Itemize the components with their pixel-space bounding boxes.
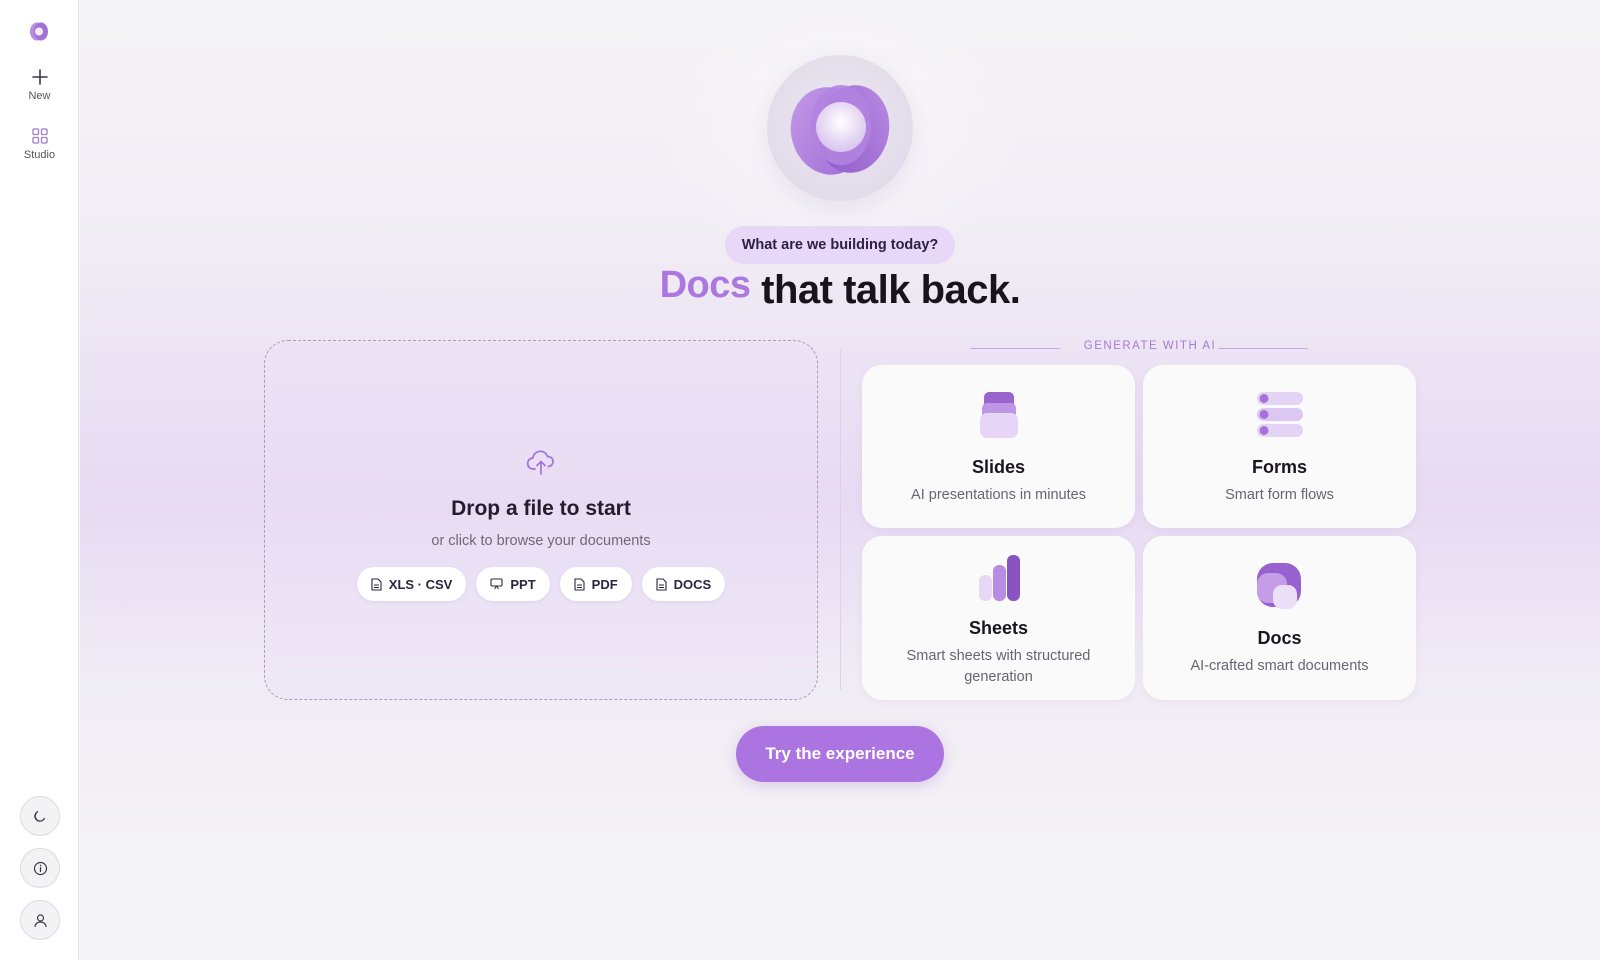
sidebar: New Studio: [0, 0, 79, 960]
card-description: Smart sheets with structured generation: [906, 648, 1091, 685]
chip-ppt[interactable]: PPT: [476, 567, 550, 601]
forms-icon: [1257, 392, 1303, 437]
info-icon: [33, 861, 47, 875]
sidebar-item-label: Studio: [23, 149, 56, 161]
card-title: Forms: [1251, 457, 1307, 477]
hero-orb: [767, 55, 913, 201]
chip-label: PPT: [510, 576, 536, 592]
prompt-pill: What are we building today?: [725, 226, 955, 264]
page-title: Docs that talk back.: [80, 264, 1600, 313]
sheets-icon: [979, 555, 1020, 601]
card-sheets[interactable]: Sheets Smart sheets with structured gene…: [862, 536, 1135, 700]
card-title: Slides: [971, 457, 1026, 477]
app-logo-icon[interactable]: [28, 20, 50, 42]
card-title: Docs: [1257, 628, 1302, 648]
plus-icon: [31, 69, 48, 85]
card-title: Sheets: [968, 618, 1029, 638]
section-divider: [840, 350, 841, 690]
chip-label: DOCS: [673, 576, 712, 592]
try-experience-button[interactable]: Try the experience: [736, 726, 944, 782]
chip-docs[interactable]: DOCS: [641, 567, 726, 601]
sidebar-item-label: New: [28, 90, 51, 102]
chip-xls-csv[interactable]: XLS · CSV: [356, 567, 467, 601]
card-description: Smart form flows: [1225, 487, 1334, 503]
file-icon: [371, 577, 382, 591]
presentation-icon: [490, 578, 503, 590]
sidebar-item-new[interactable]: New: [0, 68, 79, 102]
info-button[interactable]: [20, 848, 60, 888]
cloud-upload-icon: [526, 450, 554, 475]
dropzone-title: Drop a file to start: [451, 497, 631, 520]
card-description: AI presentations in minutes: [911, 487, 1086, 503]
profile-button[interactable]: [20, 900, 60, 940]
user-icon: [33, 913, 47, 927]
card-slides[interactable]: Slides AI presentations in minutes: [862, 365, 1135, 528]
generate-section-label: GENERATE WITH AI: [1083, 340, 1217, 352]
slides-icon: [980, 392, 1018, 438]
moon-icon: [34, 810, 46, 822]
chip-label: PDF: [591, 576, 618, 592]
docs-icon: [1257, 563, 1301, 609]
dropzone-subtitle: or click to browse your documents: [431, 533, 651, 549]
card-forms[interactable]: Forms Smart form flows: [1143, 365, 1416, 528]
main-area: What are we building today? Docs that ta…: [80, 0, 1600, 960]
file-type-chips: XLS · CSV PPT PDF DOCS: [265, 567, 817, 601]
gen-label-line-right: [1218, 348, 1308, 349]
chip-pdf[interactable]: PDF: [559, 567, 632, 601]
theme-toggle-button[interactable]: [20, 796, 60, 836]
chip-label: XLS · CSV: [388, 576, 453, 592]
file-icon: [574, 577, 585, 591]
card-description: AI-crafted smart documents: [1190, 658, 1369, 674]
card-docs[interactable]: Docs AI-crafted smart documents: [1143, 536, 1416, 700]
headline-accent: Docs: [659, 264, 751, 306]
grid-icon: [31, 128, 48, 144]
headline-rest: that talk back.: [750, 268, 1021, 312]
sidebar-item-studio[interactable]: Studio: [0, 127, 79, 161]
file-icon: [656, 577, 667, 591]
hero-logo-icon: [790, 85, 890, 175]
file-dropzone[interactable]: Drop a file to start or click to browse …: [264, 340, 818, 700]
